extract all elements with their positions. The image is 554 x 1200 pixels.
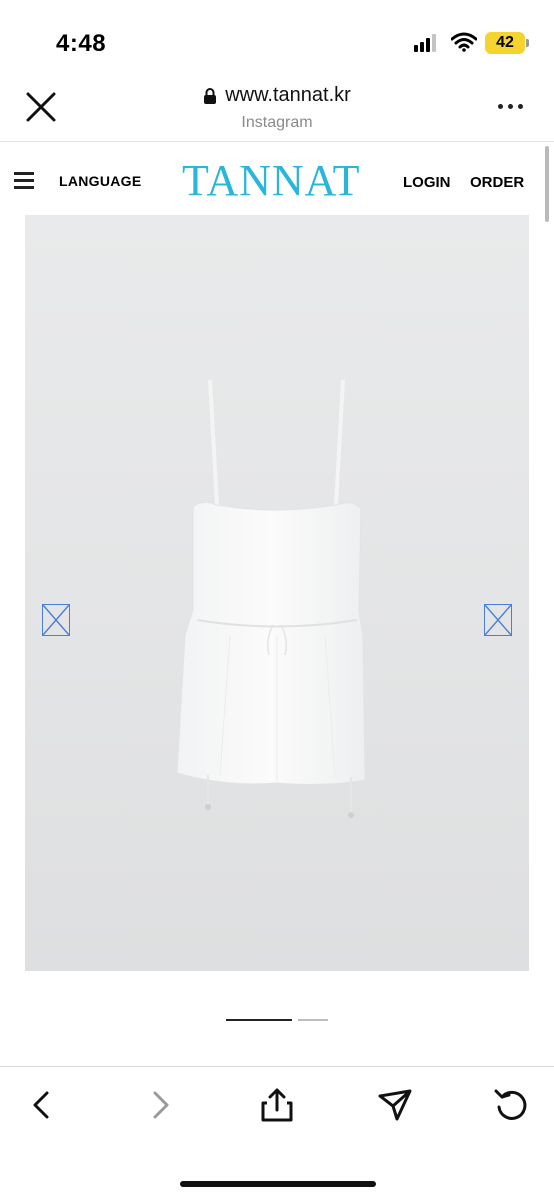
url-area[interactable]: www.tannat.kr Instagram — [0, 84, 554, 132]
browser-header: www.tannat.kr Instagram — [0, 80, 554, 142]
menu-icon[interactable] — [14, 172, 36, 190]
scroll-indicator[interactable] — [545, 146, 549, 222]
home-indicator[interactable] — [180, 1181, 376, 1187]
dress-photo — [176, 379, 366, 818]
cellular-signal-icon — [414, 34, 440, 52]
prev-image-icon[interactable] — [42, 604, 70, 636]
product-image[interactable] — [25, 215, 529, 971]
battery-level: 42 — [496, 34, 514, 51]
back-button[interactable] — [22, 1085, 62, 1125]
url-text: www.tannat.kr — [225, 84, 351, 106]
url-source: Instagram — [241, 113, 313, 131]
forward-button[interactable] — [140, 1085, 180, 1125]
site-nav: LANGUAGE TANNAT LOGIN ORDER — [0, 142, 554, 216]
battery-icon: 42 — [485, 32, 529, 54]
reload-icon — [494, 1089, 527, 1120]
lock-icon — [203, 87, 217, 105]
next-image-icon[interactable] — [484, 604, 512, 636]
site-logo[interactable]: TANNAT — [182, 156, 360, 206]
forward-icon — [153, 1091, 169, 1119]
back-icon — [33, 1091, 49, 1119]
send-icon — [378, 1089, 412, 1121]
reload-button[interactable] — [492, 1085, 532, 1125]
wifi-icon — [450, 32, 478, 52]
order-link[interactable]: ORDER — [470, 174, 524, 191]
language-link[interactable]: LANGUAGE — [59, 173, 142, 189]
share-icon — [261, 1088, 293, 1122]
status-bar: 4:48 42 — [0, 0, 554, 80]
carousel-dot[interactable] — [298, 1019, 328, 1021]
more-icon[interactable] — [498, 98, 526, 114]
share-button[interactable] — [257, 1085, 297, 1125]
status-time: 4:48 — [56, 30, 107, 57]
carousel-indicator — [0, 1017, 554, 1023]
browser-toolbar — [0, 1066, 554, 1200]
login-link[interactable]: LOGIN — [403, 174, 451, 191]
carousel-dot-active[interactable] — [226, 1019, 292, 1021]
send-button[interactable] — [375, 1085, 415, 1125]
